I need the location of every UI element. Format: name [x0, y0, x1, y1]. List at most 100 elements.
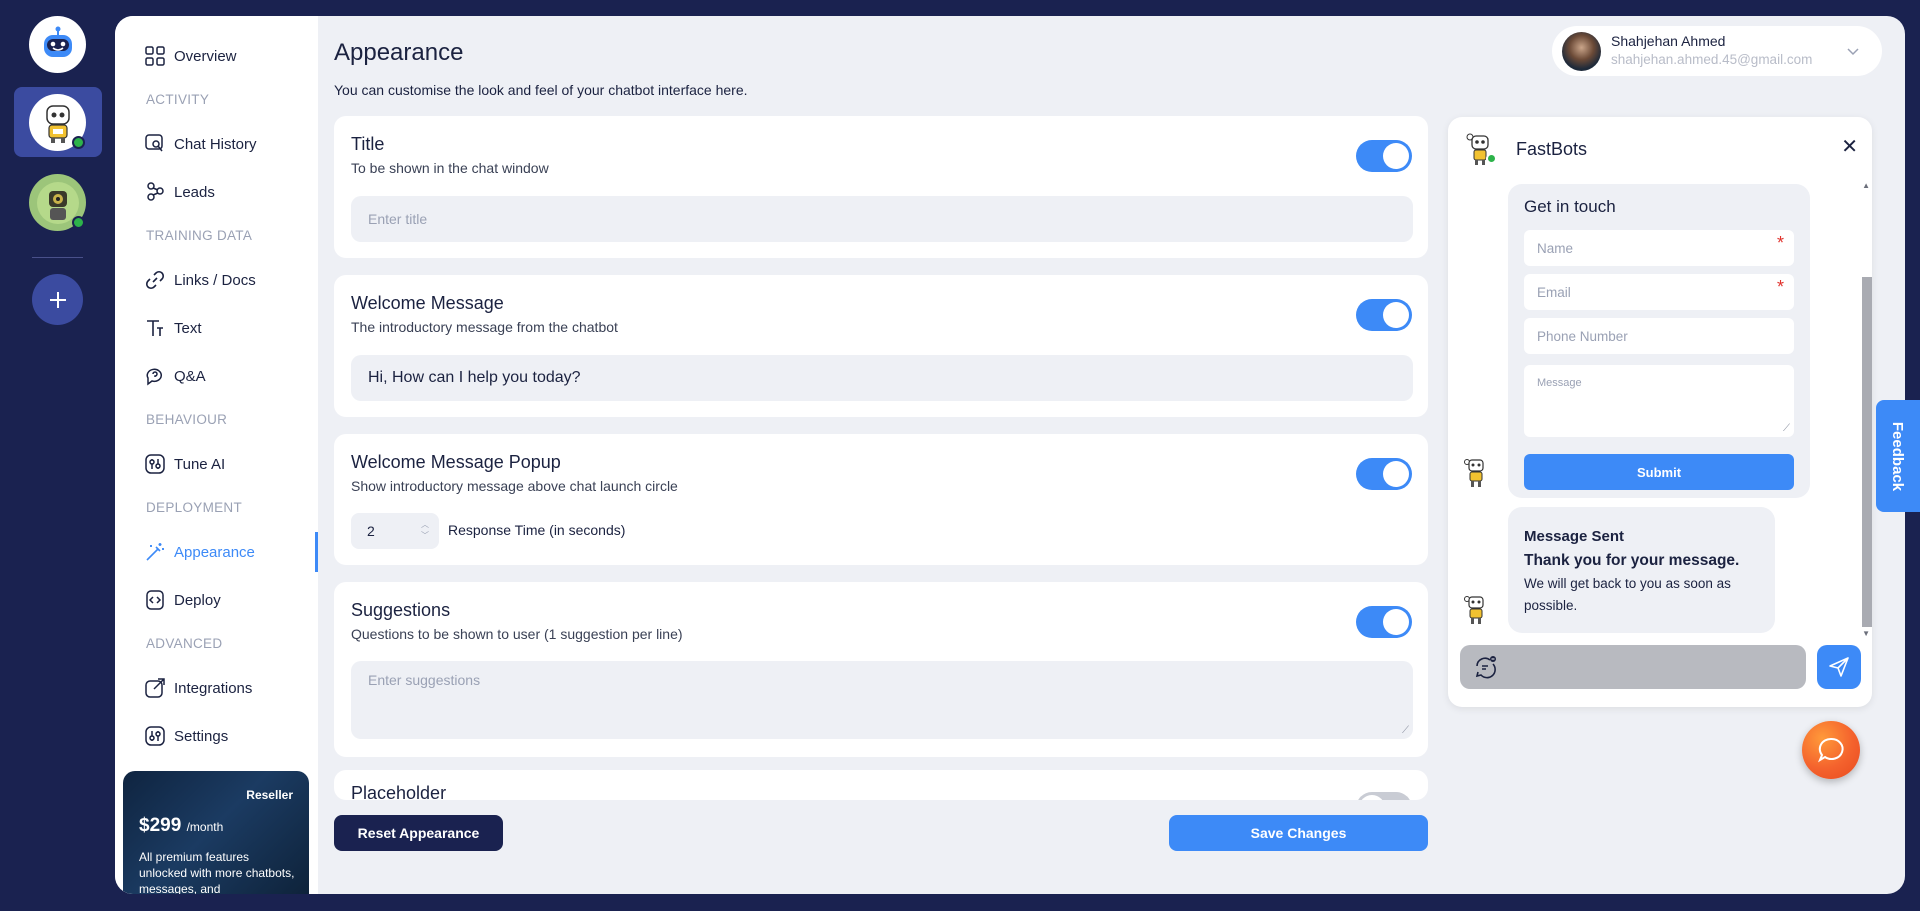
stepper-arrows-icon[interactable]: ︿ ﹀: [421, 519, 429, 541]
reset-appearance-button[interactable]: Reset Appearance: [334, 815, 503, 851]
welcome-message-input[interactable]: Hi, How can I help you today?: [351, 355, 1413, 401]
welcome-message-card: Welcome Message The introductory message…: [334, 275, 1428, 417]
submit-button[interactable]: Submit: [1524, 454, 1794, 490]
sent-body: We will get back to you as soon as possi…: [1524, 576, 1731, 613]
add-bot-button[interactable]: [32, 274, 83, 325]
card-title: Placeholder: [351, 783, 447, 800]
robot-avatar-icon: [45, 104, 70, 143]
promo-tag: Reseller: [246, 788, 293, 802]
card-description: To be shown in the chat window: [351, 160, 549, 176]
bot-avatar-icon: [1464, 459, 1484, 487]
sidebar-item-label: Appearance: [174, 543, 255, 561]
suggestions-textarea[interactable]: Enter suggestions ⟋: [351, 661, 1413, 739]
section-behaviour: BEHAVIOUR: [146, 412, 228, 427]
message-textarea[interactable]: Message ⟋: [1524, 365, 1794, 437]
chat-suggestions-icon[interactable]: [1474, 655, 1498, 684]
chevron-down-icon: [1846, 44, 1860, 62]
sidebar-item-settings[interactable]: Settings: [145, 723, 228, 749]
sidebar-item-label: Links / Docs: [174, 271, 256, 289]
sidebar-item-chat-history[interactable]: Chat History: [145, 131, 257, 157]
phone-field[interactable]: Phone Number: [1524, 318, 1794, 354]
bot-avatar-fastbots[interactable]: [29, 94, 86, 151]
send-button[interactable]: [1817, 645, 1861, 689]
sidebar-item-label: Chat History: [174, 135, 257, 153]
close-icon[interactable]: ✕: [1841, 137, 1858, 157]
required-asterisk: *: [1776, 277, 1784, 297]
form-title: Get in touch: [1524, 197, 1616, 216]
card-description: Show introductory message above chat lau…: [351, 478, 678, 494]
response-time-label: Response Time (in seconds): [448, 522, 626, 538]
sidebar-item-label: Integrations: [174, 679, 253, 697]
welcome-popup-toggle[interactable]: [1356, 458, 1412, 490]
title-toggle[interactable]: [1356, 140, 1412, 172]
title-setting-card: Title To be shown in the chat window Ent…: [334, 116, 1428, 258]
page-subtitle: You can customise the look and feel of y…: [334, 82, 748, 98]
external-link-icon: [145, 678, 165, 698]
sidebar-item-integrations[interactable]: Integrations: [145, 675, 252, 701]
reseller-promo-card[interactable]: Reseller $299 /month All premium feature…: [123, 771, 309, 894]
sidebar-item-label: Settings: [174, 727, 229, 745]
chat-preview-widget: FastBots ✕ ▲ ▼ Get in touch Name * Email *…: [1448, 117, 1872, 707]
grid-icon: [145, 46, 165, 66]
contact-form-bubble: Get in touch Name * Email * Phone Number M…: [1508, 184, 1810, 498]
text-icon: [145, 318, 165, 338]
sidebar-item-label: Overview: [174, 47, 237, 65]
app-logo[interactable]: [29, 16, 86, 73]
sidebar-item-links-docs[interactable]: Links / Docs: [145, 267, 256, 293]
robot-logo-icon: [43, 26, 72, 57]
placeholder-toggle[interactable]: [1356, 792, 1412, 800]
chat-bot-name: FastBots: [1516, 139, 1588, 159]
name-field[interactable]: Name *: [1524, 230, 1794, 266]
avatar: [1562, 32, 1601, 71]
sent-subtitle: Thank you for your message.: [1524, 552, 1740, 569]
chat-bubble-icon: [1817, 737, 1844, 763]
sidebar-item-text[interactable]: Text: [145, 315, 202, 341]
promo-text: All premium features unlocked with more …: [139, 850, 295, 894]
bot-avatar-secondary[interactable]: [29, 174, 86, 231]
sidebar-item-appearance[interactable]: Appearance: [145, 539, 255, 565]
send-icon: [1829, 657, 1849, 677]
sidebar-item-leads[interactable]: Leads: [145, 179, 215, 205]
sidebar-item-deploy[interactable]: Deploy: [145, 587, 221, 613]
feedback-tab[interactable]: Feedback: [1876, 400, 1920, 512]
save-changes-button[interactable]: Save Changes: [1169, 815, 1428, 851]
email-field[interactable]: Email *: [1524, 274, 1794, 310]
sidebar-item-label: Q&A: [174, 367, 206, 385]
magic-wand-icon: [145, 542, 165, 562]
resize-handle-icon[interactable]: ⟋: [1402, 725, 1409, 736]
message-sent-bubble: Message Sent Thank you for your message.…: [1508, 507, 1775, 633]
required-asterisk: *: [1776, 233, 1784, 253]
link-icon: [145, 270, 165, 290]
qa-chat-icon: [145, 366, 165, 386]
section-activity: ACTIVITY: [146, 92, 210, 107]
resize-handle-icon[interactable]: ⟋: [1783, 423, 1790, 434]
sidebar-item-label: Deploy: [174, 591, 221, 609]
sidebar-item-tune-ai[interactable]: Tune AI: [145, 451, 225, 477]
main-shell: Overview ACTIVITY Chat History Leads TRA…: [115, 16, 1905, 894]
sliders-icon: [145, 454, 165, 474]
online-indicator: [1486, 153, 1497, 164]
suggestions-toggle[interactable]: [1356, 606, 1412, 638]
scroll-down-icon[interactable]: ▼: [1862, 629, 1870, 638]
user-name: Shahjehan Ahmed: [1611, 33, 1726, 49]
chat-scrollbar[interactable]: [1862, 277, 1872, 627]
welcome-message-toggle[interactable]: [1356, 299, 1412, 331]
sidebar-item-label: Leads: [174, 183, 215, 201]
sidebar-item-qa[interactable]: Q&A: [145, 363, 206, 389]
chat-message-input[interactable]: [1460, 645, 1806, 689]
suggestions-card: Suggestions Questions to be shown to use…: [334, 582, 1428, 757]
page-title: Appearance: [334, 39, 464, 66]
sidebar-item-overview[interactable]: Overview: [145, 43, 237, 69]
response-time-stepper[interactable]: 2 ︿ ﹀: [351, 513, 439, 549]
card-description: Questions to be shown to user (1 suggest…: [351, 626, 683, 642]
card-title: Welcome Message Popup: [351, 452, 561, 472]
title-input[interactable]: Enter title: [351, 196, 1413, 242]
workspace-rail: [0, 0, 114, 911]
chat-launcher-button[interactable]: [1802, 721, 1860, 779]
bot-avatar-icon: [1464, 596, 1484, 624]
section-advanced: ADVANCED: [146, 636, 223, 651]
user-menu[interactable]: Shahjehan Ahmed shahjehan.ahmed.45@gmail…: [1552, 26, 1882, 76]
scroll-up-icon[interactable]: ▲: [1862, 181, 1870, 190]
placeholder-card: Placeholder: [334, 770, 1428, 800]
section-training-data: TRAINING DATA: [146, 228, 253, 243]
